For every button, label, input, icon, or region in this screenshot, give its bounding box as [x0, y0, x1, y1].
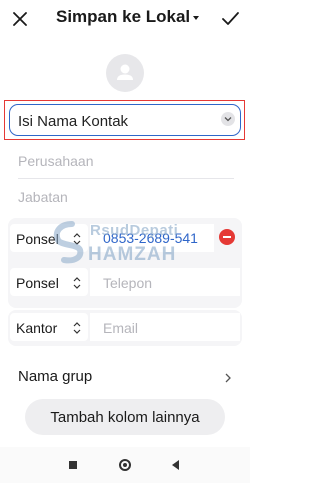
- email-placeholder: Email: [103, 320, 139, 336]
- back-icon[interactable]: [172, 460, 179, 470]
- phone2-placeholder: Telepon: [103, 275, 153, 291]
- updown-arrow-icon: [73, 232, 81, 245]
- job-title-input[interactable]: Jabatan: [18, 189, 68, 205]
- watermark-text-bottom: HAMZAH: [88, 244, 177, 265]
- divider: [18, 178, 234, 179]
- recents-icon[interactable]: [69, 461, 77, 469]
- email-label: Kantor: [16, 320, 58, 336]
- chevron-right-icon: [225, 370, 231, 388]
- home-icon[interactable]: [119, 459, 131, 471]
- dropdown-caret-icon: [193, 15, 200, 20]
- page-title-text: Simpan ke Lokal: [56, 7, 191, 26]
- updown-arrow-icon: [73, 276, 81, 289]
- close-icon[interactable]: [9, 8, 31, 30]
- group-label: Nama grup: [18, 368, 93, 385]
- updown-arrow-icon: [73, 321, 81, 334]
- person-icon: [117, 64, 133, 80]
- chevron-down-icon: [224, 117, 232, 122]
- add-more-fields-button[interactable]: Tambah kolom lainnya: [25, 399, 225, 435]
- expand-name-button[interactable]: [221, 112, 235, 126]
- phone2-label: Ponsel: [16, 275, 59, 291]
- remove-phone-icon[interactable]: [219, 229, 235, 245]
- contact-name-placeholder: Isi Nama Kontak: [18, 113, 129, 130]
- avatar[interactable]: [106, 54, 144, 92]
- page-title[interactable]: Simpan ke Lokal: [56, 7, 200, 27]
- company-input[interactable]: Perusahaan: [18, 153, 94, 169]
- phone1-label: Ponsel: [16, 231, 59, 247]
- watermark-text-top: RsudDepati: [90, 222, 179, 239]
- check-icon[interactable]: [219, 8, 241, 30]
